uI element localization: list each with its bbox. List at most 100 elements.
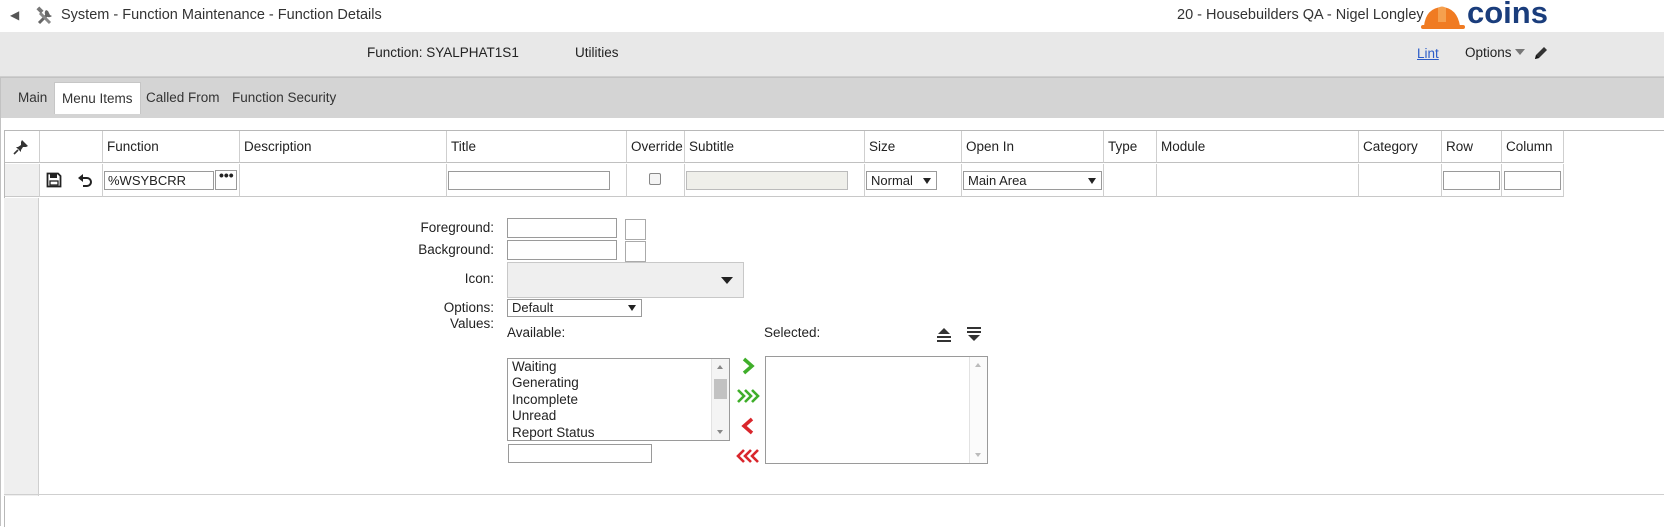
row-gutter (5, 164, 40, 197)
column-header-function[interactable]: Function (103, 131, 240, 163)
cell-function: ••• (103, 164, 240, 197)
tab-menu-items[interactable]: Menu Items (54, 82, 141, 114)
cell-description (240, 164, 447, 197)
available-list[interactable]: Waiting Generating Incomplete Unread Rep… (507, 358, 730, 441)
logo-text: COINS (1467, 0, 1548, 30)
scroll-up-icon[interactable] (975, 363, 981, 367)
detail-gutter (4, 198, 39, 496)
cell-override (627, 164, 685, 197)
icon-select[interactable] (507, 262, 744, 298)
size-select[interactable]: Normal (866, 171, 937, 190)
tools-icon (36, 6, 56, 29)
move-left-icon[interactable] (740, 417, 756, 435)
function-input[interactable] (104, 171, 214, 190)
tab-function-security[interactable]: Function Security (225, 82, 343, 113)
list-item[interactable]: Unread (512, 408, 556, 423)
tab-bar: Main Menu Items Called From Function Sec… (0, 77, 1664, 119)
tab-called-from[interactable]: Called From (139, 82, 227, 113)
list-item[interactable]: Generating (512, 375, 579, 390)
back-arrow-icon[interactable]: ◀ (10, 8, 19, 22)
cell-column (1502, 164, 1564, 197)
open-in-select[interactable]: Main Area (963, 171, 1102, 190)
ellipsis-icon: ••• (219, 167, 234, 183)
coins-logo: COINS (1420, 0, 1560, 32)
title-bar: ◀ System - Function Maintenance - Functi… (0, 0, 1664, 32)
options-menu[interactable]: Options (1465, 45, 1512, 60)
column-header-override[interactable]: Override (627, 131, 685, 163)
scroll-down-icon[interactable] (717, 430, 723, 434)
title-input[interactable] (448, 171, 610, 190)
values-label: Values: (449, 316, 494, 331)
cell-category (1359, 164, 1442, 197)
available-filter-input[interactable] (508, 444, 652, 463)
lint-link[interactable]: Lint (1417, 46, 1439, 61)
foreground-input[interactable] (507, 218, 617, 238)
move-right-icon[interactable] (740, 357, 756, 375)
chevron-down-icon[interactable] (1515, 49, 1525, 55)
column-header-row[interactable]: Row (1442, 131, 1502, 163)
pin-icon[interactable] (13, 139, 29, 155)
selected-list-scrollbar[interactable] (969, 357, 987, 463)
column-header-column[interactable]: Column (1502, 131, 1564, 163)
column-header-type[interactable]: Type (1104, 131, 1157, 163)
list-item[interactable]: Report Status (512, 425, 595, 440)
cell-open-in: Main Area (962, 164, 1104, 197)
available-label: Available: (507, 325, 566, 340)
grid-bottom-divider (4, 494, 1664, 495)
move-all-right-icon[interactable] (736, 387, 762, 405)
foreground-label: Foreground: (420, 220, 494, 235)
options-label: Options: (443, 300, 494, 315)
background-input[interactable] (507, 240, 617, 260)
tab-main[interactable]: Main (11, 82, 54, 113)
function-lookup-button[interactable]: ••• (215, 167, 237, 190)
scroll-down-icon[interactable] (975, 453, 981, 457)
scroll-thumb[interactable] (714, 379, 727, 399)
size-select-value: Normal (871, 173, 913, 188)
scroll-up-icon[interactable] (717, 365, 723, 369)
move-all-left-icon[interactable] (736, 447, 762, 465)
cell-title (447, 164, 627, 197)
cell-subtitle (685, 164, 865, 197)
row-actions (40, 164, 103, 197)
chevron-down-icon (1088, 178, 1096, 184)
pencil-icon[interactable] (1533, 45, 1549, 64)
chevron-down-icon (721, 277, 733, 284)
column-header-open-in[interactable]: Open In (962, 131, 1104, 163)
column-header-title[interactable]: Title (447, 131, 627, 163)
subtitle-input[interactable] (686, 171, 848, 190)
save-icon[interactable] (46, 172, 62, 188)
available-list-scrollbar[interactable] (711, 359, 729, 440)
background-color-swatch[interactable] (625, 241, 646, 262)
list-item[interactable]: Incomplete (512, 392, 578, 407)
column-header-category[interactable]: Category (1359, 131, 1442, 163)
column-header-size[interactable]: Size (865, 131, 962, 163)
cell-row (1442, 164, 1502, 197)
background-label: Background: (418, 242, 494, 257)
icon-label: Icon: (464, 271, 494, 286)
column-header-description[interactable]: Description (240, 131, 447, 163)
list-item[interactable]: Waiting (512, 359, 557, 374)
options-select-value: Default (512, 300, 554, 315)
column-header-subtitle[interactable]: Subtitle (685, 131, 865, 163)
selected-label: Selected: (764, 325, 821, 340)
undo-icon[interactable] (77, 172, 93, 188)
cell-module (1157, 164, 1359, 197)
row-input[interactable] (1443, 171, 1500, 190)
chevron-down-icon (628, 305, 636, 311)
actions-column-header (40, 131, 103, 163)
function-header: Function: SYALPHAT1S1 Utilities Lint Opt… (0, 32, 1664, 77)
column-input[interactable] (1504, 171, 1561, 190)
open-in-select-value: Main Area (968, 173, 1027, 188)
window-title: System - Function Maintenance - Function… (61, 7, 382, 23)
cell-size: Normal (865, 164, 962, 197)
override-checkbox[interactable] (649, 173, 661, 185)
chevron-down-icon (923, 178, 931, 184)
move-up-icon[interactable] (935, 325, 953, 343)
move-down-icon[interactable] (965, 325, 983, 343)
options-select[interactable]: Default (507, 299, 642, 317)
pin-column-header[interactable] (5, 131, 40, 163)
column-header-module[interactable]: Module (1157, 131, 1359, 163)
foreground-color-swatch[interactable] (625, 219, 646, 240)
selected-list[interactable] (765, 356, 988, 464)
function-code-label: Function: SYALPHAT1S1 (367, 45, 519, 60)
